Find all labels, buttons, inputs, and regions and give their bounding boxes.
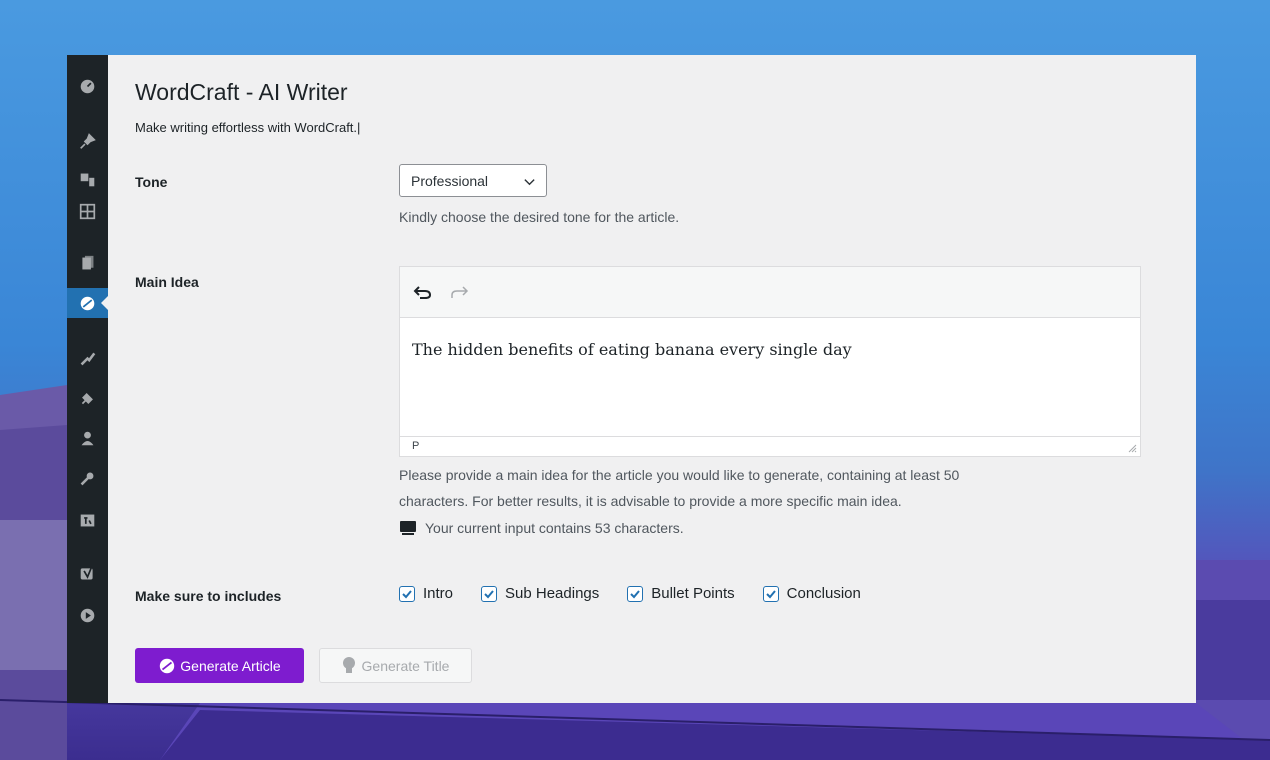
grid-icon[interactable]	[67, 196, 108, 226]
include-sub-headings-label: Sub Headings	[505, 585, 600, 602]
redo-icon[interactable]	[448, 281, 470, 303]
wordcraft-icon[interactable]	[67, 288, 108, 318]
undo-icon[interactable]	[412, 281, 434, 303]
include-conclusion-label: Conclusion	[786, 585, 861, 602]
settings-icon[interactable]	[67, 505, 108, 535]
resize-handle-icon[interactable]	[1128, 444, 1137, 453]
editor-toolbar	[400, 267, 1140, 318]
dashboard-icon[interactable]	[67, 71, 108, 101]
includes-options: Intro Sub Headings Bullet Points Conclus…	[399, 585, 861, 602]
users-icon[interactable]	[67, 423, 108, 453]
generate-article-button[interactable]: Generate Article	[135, 648, 304, 683]
main-idea-input[interactable]: The hidden benefits of eating banana eve…	[400, 318, 1140, 436]
pin-icon[interactable]	[67, 126, 108, 156]
wordpress-admin-window: WordCraft - AI Writer Make writing effor…	[67, 55, 1196, 703]
wordcraft-icon	[160, 658, 175, 673]
lightbulb-icon	[342, 656, 355, 673]
element-path[interactable]: P	[412, 440, 419, 452]
keyboard-icon	[400, 521, 416, 535]
main-content: WordCraft - AI Writer Make writing effor…	[135, 55, 1196, 703]
page-title: WordCraft - AI Writer	[135, 79, 348, 105]
play-icon[interactable]	[67, 600, 108, 630]
chevron-down-icon	[524, 179, 535, 186]
admin-sidebar	[67, 55, 108, 703]
plugins-icon[interactable]	[67, 383, 108, 413]
generate-article-label: Generate Article	[180, 657, 281, 674]
generate-title-button[interactable]: Generate Title	[319, 648, 472, 683]
media-icon[interactable]	[67, 164, 108, 194]
tone-select[interactable]: Professional	[399, 164, 547, 197]
checkbox-checked-icon[interactable]	[627, 585, 644, 602]
main-idea-editor: The hidden benefits of eating banana eve…	[399, 266, 1141, 457]
tone-help: Kindly choose the desired tone for the a…	[399, 209, 680, 225]
tone-select-value: Professional	[411, 172, 489, 189]
tools-icon[interactable]	[67, 463, 108, 493]
page-subtitle: Make writing effortless with WordCraft.|	[135, 120, 361, 135]
checkbox-checked-icon[interactable]	[481, 585, 498, 602]
include-intro-label: Intro	[423, 585, 454, 602]
includes-label: Make sure to includes	[135, 588, 282, 604]
main-idea-help-line1: Please provide a main idea for the artic…	[399, 467, 960, 483]
include-sub-headings[interactable]: Sub Headings	[481, 585, 599, 602]
generate-title-label: Generate Title	[361, 657, 450, 674]
main-idea-help-line2: characters. For better results, it is ad…	[399, 493, 902, 509]
tone-label: Tone	[135, 174, 168, 190]
character-counter-text: Your current input contains 53 character…	[425, 520, 684, 536]
editor-statusbar: P	[400, 436, 1140, 456]
character-counter: Your current input contains 53 character…	[399, 520, 684, 536]
include-bullet-points[interactable]: Bullet Points	[627, 585, 735, 602]
include-intro[interactable]: Intro	[399, 585, 453, 602]
main-idea-label: Main Idea	[135, 274, 199, 290]
appearance-icon[interactable]	[67, 343, 108, 373]
include-conclusion[interactable]: Conclusion	[762, 585, 861, 602]
yoast-icon[interactable]	[67, 558, 108, 588]
checkbox-checked-icon[interactable]	[762, 585, 779, 602]
include-bullet-points-label: Bullet Points	[651, 585, 735, 602]
pages-icon[interactable]	[67, 248, 108, 278]
checkbox-checked-icon[interactable]	[399, 585, 415, 602]
